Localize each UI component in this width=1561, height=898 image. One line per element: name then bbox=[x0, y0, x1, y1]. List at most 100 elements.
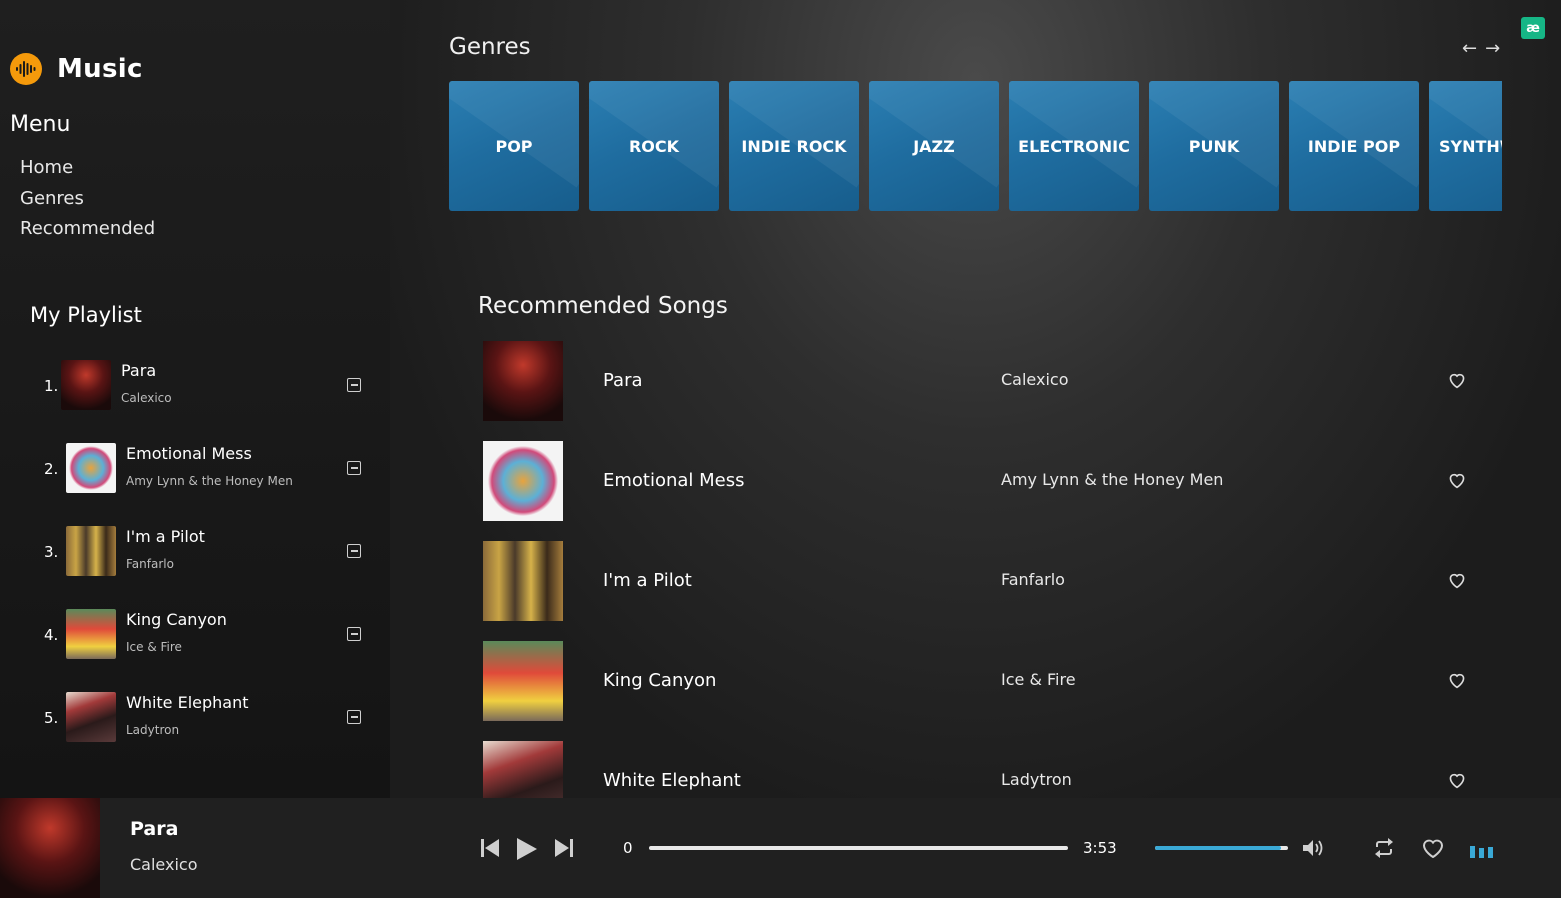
playlist-item-title: Para bbox=[121, 361, 157, 380]
genre-card-rock[interactable]: ROCK bbox=[589, 81, 719, 211]
volume-slider[interactable] bbox=[1155, 846, 1288, 850]
badge-icon[interactable]: æ bbox=[1521, 17, 1545, 39]
now-playing-bar: Para Calexico 0 3:53 bbox=[0, 798, 1561, 898]
remove-from-playlist-icon[interactable] bbox=[347, 627, 361, 641]
playlist-item-number: 4. bbox=[44, 626, 59, 644]
now-playing-artist: Calexico bbox=[130, 855, 198, 874]
skip-forward-icon[interactable] bbox=[554, 837, 574, 859]
genre-label: PUNK bbox=[1188, 136, 1240, 156]
genre-card-synthwave[interactable]: SYNTHWAVE bbox=[1429, 81, 1502, 211]
progress-slider[interactable] bbox=[649, 846, 1068, 850]
album-art bbox=[61, 360, 111, 410]
genre-card-electronic[interactable]: ELECTRONIC bbox=[1009, 81, 1139, 211]
playlist-item-title: Emotional Mess bbox=[126, 444, 252, 463]
recommended-song-row[interactable]: Para Calexico bbox=[483, 341, 1483, 421]
menu-item-genres[interactable]: Genres bbox=[20, 187, 155, 218]
playlist-item-number: 1. bbox=[44, 377, 59, 395]
genre-card-pop[interactable]: POP bbox=[449, 81, 579, 211]
genre-label: SYNTHWAVE bbox=[1439, 136, 1502, 156]
genre-card-indie-rock[interactable]: INDIE ROCK bbox=[729, 81, 859, 211]
song-title: Para bbox=[603, 370, 643, 391]
song-artist: Ice & Fire bbox=[1001, 670, 1076, 689]
album-art bbox=[483, 641, 563, 721]
play-icon[interactable] bbox=[516, 837, 538, 861]
playlist-item-artist: Ladytron bbox=[126, 723, 180, 737]
song-artist: Amy Lynn & the Honey Men bbox=[1001, 470, 1224, 489]
remove-from-playlist-icon[interactable] bbox=[347, 378, 361, 392]
main-content: Genres ← → æ POP ROCK INDIE ROCK JAZZ EL… bbox=[390, 0, 1561, 798]
heart-icon[interactable] bbox=[1447, 771, 1467, 789]
remove-from-playlist-icon[interactable] bbox=[347, 544, 361, 558]
now-playing-title: Para bbox=[130, 818, 179, 840]
song-title: Emotional Mess bbox=[603, 470, 745, 491]
recommended-song-row[interactable]: Emotional Mess Amy Lynn & the Honey Men bbox=[483, 441, 1483, 521]
playlist-item[interactable]: 3. I'm a Pilot Fanfarlo bbox=[0, 526, 390, 586]
playlist-item-title: King Canyon bbox=[126, 610, 227, 629]
heart-icon[interactable] bbox=[1447, 671, 1467, 689]
playlist-item-artist: Ice & Fire bbox=[126, 640, 182, 654]
current-time: 0 bbox=[623, 839, 633, 857]
app-name: Music bbox=[57, 54, 143, 84]
playlist-item-number: 2. bbox=[44, 460, 59, 478]
volume-icon[interactable] bbox=[1302, 838, 1326, 858]
genre-label: INDIE ROCK bbox=[741, 136, 847, 156]
playlist-item[interactable]: 4. King Canyon Ice & Fire bbox=[0, 609, 390, 669]
remove-from-playlist-icon[interactable] bbox=[347, 710, 361, 724]
brand[interactable]: Music bbox=[10, 53, 143, 85]
menu-item-recommended[interactable]: Recommended bbox=[20, 217, 155, 248]
playlist-item-title: White Elephant bbox=[126, 693, 249, 712]
playlist-item[interactable]: 2. Emotional Mess Amy Lynn & the Honey M… bbox=[0, 443, 390, 503]
genres-title: Genres bbox=[449, 34, 531, 60]
genre-card-punk[interactable]: PUNK bbox=[1149, 81, 1279, 211]
song-artist: Ladytron bbox=[1001, 770, 1072, 789]
recommended-song-row[interactable]: I'm a Pilot Fanfarlo bbox=[483, 541, 1483, 621]
soundwave-icon bbox=[10, 53, 42, 85]
heart-icon[interactable] bbox=[1447, 571, 1467, 589]
genre-label: POP bbox=[495, 136, 533, 156]
volume-fill bbox=[1155, 846, 1282, 850]
playlist-item[interactable]: 5. White Elephant Ladytron bbox=[0, 692, 390, 752]
now-playing-album-art bbox=[0, 798, 100, 898]
playlist-title: My Playlist bbox=[30, 303, 142, 327]
playlist-item-number: 5. bbox=[44, 709, 59, 727]
album-art bbox=[66, 609, 116, 659]
album-art bbox=[483, 441, 563, 521]
recommended-title: Recommended Songs bbox=[478, 293, 728, 319]
playlist-item-number: 3. bbox=[44, 543, 59, 561]
recommended-song-row[interactable]: White Elephant Ladytron bbox=[483, 741, 1483, 798]
genre-label: ELECTRONIC bbox=[1018, 136, 1130, 156]
genre-label: ROCK bbox=[628, 136, 680, 156]
repeat-icon[interactable] bbox=[1373, 837, 1395, 859]
playlist-item-artist: Fanfarlo bbox=[126, 557, 174, 571]
album-art bbox=[483, 541, 563, 621]
total-time: 3:53 bbox=[1083, 839, 1117, 857]
remove-from-playlist-icon[interactable] bbox=[347, 461, 361, 475]
menu-title: Menu bbox=[10, 112, 71, 137]
genre-label: INDIE POP bbox=[1307, 136, 1401, 156]
arrow-left-icon[interactable]: ← bbox=[1462, 38, 1477, 59]
song-artist: Calexico bbox=[1001, 370, 1069, 389]
song-title: White Elephant bbox=[603, 770, 741, 791]
recommended-song-row[interactable]: King Canyon Ice & Fire bbox=[483, 641, 1483, 721]
genre-carousel: POP ROCK INDIE ROCK JAZZ ELECTRONIC PUNK… bbox=[449, 81, 1502, 211]
menu-item-home[interactable]: Home bbox=[20, 156, 155, 187]
album-art bbox=[66, 692, 116, 742]
arrow-right-icon[interactable]: → bbox=[1485, 38, 1500, 59]
playlist-item-artist: Amy Lynn & the Honey Men bbox=[126, 474, 293, 488]
album-art bbox=[483, 341, 563, 421]
playlist-item[interactable]: 1. Para Calexico bbox=[0, 360, 390, 420]
equalizer-icon[interactable] bbox=[1470, 842, 1494, 858]
genre-label: JAZZ bbox=[913, 136, 955, 156]
genre-card-jazz[interactable]: JAZZ bbox=[869, 81, 999, 211]
heart-icon[interactable] bbox=[1447, 471, 1467, 489]
song-title: I'm a Pilot bbox=[603, 570, 692, 591]
song-title: King Canyon bbox=[603, 670, 717, 691]
album-art bbox=[483, 741, 563, 798]
skip-back-icon[interactable] bbox=[480, 837, 500, 859]
album-art bbox=[66, 526, 116, 576]
heart-icon[interactable] bbox=[1421, 837, 1445, 859]
genre-carousel-nav: ← → bbox=[1462, 38, 1500, 59]
heart-icon[interactable] bbox=[1447, 371, 1467, 389]
genre-card-indie-pop[interactable]: INDIE POP bbox=[1289, 81, 1419, 211]
playlist-item-title: I'm a Pilot bbox=[126, 527, 205, 546]
